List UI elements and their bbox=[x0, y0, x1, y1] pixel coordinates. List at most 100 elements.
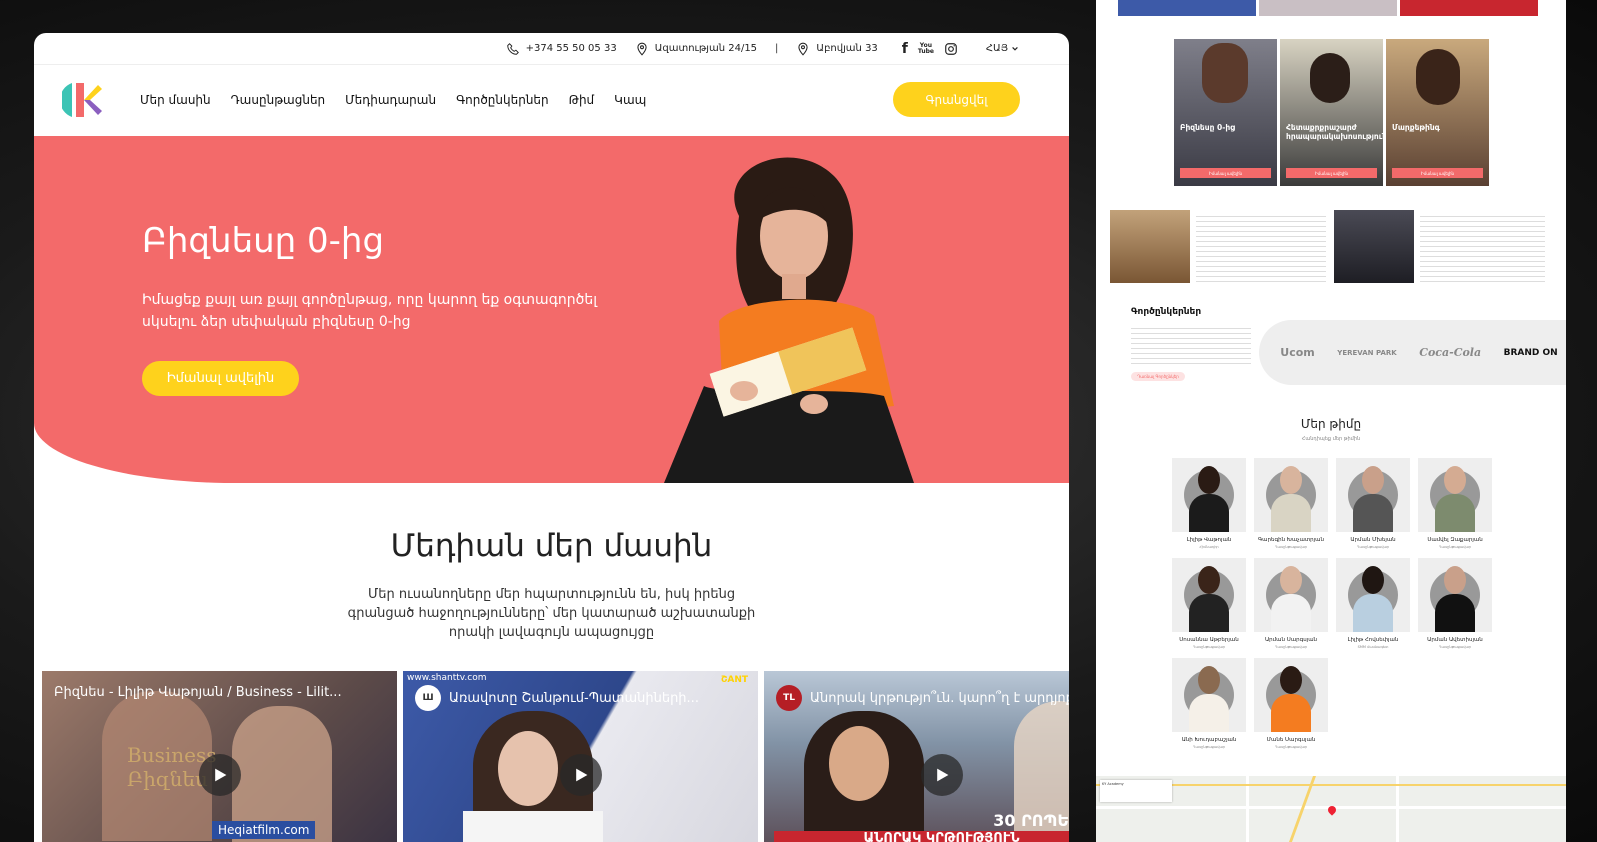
reviews-section bbox=[1110, 210, 1550, 285]
instagram-icon[interactable] bbox=[944, 42, 958, 56]
media-section-subtitle: Մեր ուսանողները մեր հպարտությունն են, իս… bbox=[347, 587, 756, 640]
course-card[interactable]: Հետաքրքրաշարժ հրապարակախոսություն Իմանալ… bbox=[1280, 39, 1383, 186]
youtube-icon-label: You Tube bbox=[917, 41, 934, 55]
channel-logo: Ш bbox=[415, 685, 441, 711]
partner-logo-coca-cola: Coca-Cola bbox=[1419, 346, 1482, 359]
play-button[interactable] bbox=[198, 754, 241, 796]
map-info-box: KY Academy bbox=[1100, 780, 1172, 802]
team-member-photo bbox=[1172, 458, 1246, 532]
location-pin-icon bbox=[637, 42, 647, 56]
team-member-role: Դասընթացավար bbox=[1274, 745, 1308, 749]
phone-number[interactable]: +374 55 50 05 33 bbox=[526, 43, 617, 54]
location-map[interactable]: KY Academy bbox=[1096, 776, 1566, 842]
team-member-name: Սոսաննա Աթբերյան bbox=[1179, 637, 1239, 643]
review-image bbox=[1334, 210, 1414, 283]
main-navbar: Մեր մասին Դասընթացներ Մեդիադարան Գործընկ… bbox=[34, 65, 1069, 135]
phone-contact[interactable]: +374 55 50 05 33 bbox=[506, 42, 617, 56]
team-member-photo bbox=[1254, 458, 1328, 532]
nav-item-about[interactable]: Մեր մասին bbox=[140, 93, 211, 107]
video-card[interactable]: 30 ՐՈՊԵ ԱՆՈՐԱԿ ԿՐԹՈՒԹՅՈՒՆ TL Անորակ կրթո… bbox=[764, 671, 1069, 842]
team-member-photo bbox=[1172, 558, 1246, 632]
team-member-role: Հիմնադիր bbox=[1199, 545, 1219, 549]
chevron-down-icon bbox=[1012, 46, 1018, 51]
team-member-role: Դասընթացավար bbox=[1438, 545, 1472, 549]
partners-title: Գործընկերներ bbox=[1131, 307, 1202, 317]
video-watermark: www.shanttv.com bbox=[407, 673, 487, 683]
course-button[interactable]: Իմանալ ավելին bbox=[1392, 168, 1483, 178]
course-button[interactable]: Իմանալ ավելին bbox=[1180, 168, 1271, 178]
video-card[interactable]: www.shanttv.com ՇANT Ш Առավոտը Շանթում-Պ… bbox=[403, 671, 758, 842]
team-member-name: Մանե Սարգսյան bbox=[1266, 737, 1316, 743]
team-member-role: Դասընթացավար bbox=[1274, 545, 1308, 549]
team-member-name: Գարեգին Խաչատրյան bbox=[1258, 537, 1324, 543]
become-partner-button[interactable]: Դառնալ Գործընկեր bbox=[1131, 372, 1185, 381]
team-title: Մեր թիմը bbox=[1300, 417, 1362, 431]
language-label: ՀԱՅ bbox=[985, 43, 1008, 54]
facebook-icon[interactable]: f bbox=[902, 41, 908, 57]
team-member-photo bbox=[1336, 558, 1410, 632]
team-member: Սամվել Զաքարյան Դասընթացավար bbox=[1418, 458, 1492, 549]
team-member-photo bbox=[1418, 558, 1492, 632]
nav-item-team[interactable]: Թիմ bbox=[569, 93, 595, 107]
team-member-photo bbox=[1254, 558, 1328, 632]
nav-item-contact[interactable]: Կապ bbox=[614, 93, 646, 107]
video-card[interactable]: Business Բիզնես Heqiatfilm.com Բիզնես - … bbox=[42, 671, 397, 842]
review-image bbox=[1110, 210, 1190, 283]
team-member-photo bbox=[1254, 658, 1328, 732]
partners-text-placeholder bbox=[1131, 324, 1251, 364]
video-title: Առավոտը Շանթում-Պատանիների... bbox=[449, 690, 699, 706]
team-member: Սոսաննա Աթբերյան Դասընթացավար bbox=[1172, 558, 1246, 649]
address-2-text: Աբովյան 33 bbox=[816, 43, 878, 54]
channel-badge: ՇANT bbox=[720, 675, 748, 685]
hero-subtitle: Իմացեք քայլ առ քայլ գործընթաց, որը կարող… bbox=[142, 292, 598, 330]
play-button[interactable] bbox=[559, 754, 602, 796]
team-member: Արման Մխեյան Դասընթացավար bbox=[1336, 458, 1410, 549]
team-member: Լիլիթ Վաթոյան Հիմնադիր bbox=[1172, 458, 1246, 549]
team-member-role: Դասընթացավար bbox=[1192, 645, 1226, 649]
video-carousel: Business Բիզնես Heqiatfilm.com Բիզնես - … bbox=[42, 671, 1069, 842]
learn-more-button[interactable]: Իմանալ ավելին bbox=[142, 361, 299, 396]
team-subtitle: Հանդիպեք մեր թիմին bbox=[1301, 436, 1361, 442]
address-1-text: Ազատության 24/15 bbox=[654, 43, 758, 54]
language-selector[interactable]: ՀԱՅ bbox=[986, 43, 1019, 54]
address-2[interactable]: Աբովյան 33 bbox=[796, 42, 878, 56]
video-banner-text: ԱՆՈՐԱԿ ԿՐԹՈՒԹՅՈՒՆ bbox=[774, 831, 1069, 842]
nav-item-courses[interactable]: Դասընթացներ bbox=[231, 93, 326, 107]
team-member-name: Անի Խուդաբաշյան bbox=[1181, 737, 1237, 743]
preview-image-strip bbox=[1118, 0, 1538, 16]
course-button[interactable]: Իմանալ ավելին bbox=[1286, 168, 1377, 178]
nav-item-media[interactable]: Մեդիադարան bbox=[345, 93, 436, 107]
play-icon bbox=[214, 768, 226, 782]
team-member-role: Դասընթացավար bbox=[1356, 545, 1390, 549]
review-card bbox=[1420, 212, 1545, 282]
top-contact-bar: +374 55 50 05 33 Ազատության 24/15 | Աբով… bbox=[34, 33, 1069, 65]
logo[interactable] bbox=[62, 77, 108, 123]
team-member-name: Լիլիթ Հովսեփյան bbox=[1347, 637, 1399, 643]
hero-section: Բիզնեսը 0-ից Իմացեք քայլ առ քայլ գործընթ… bbox=[34, 136, 1069, 483]
nav-menu: Մեր մասին Դասընթացներ Մեդիադարան Գործընկ… bbox=[140, 93, 646, 107]
play-icon bbox=[575, 768, 587, 782]
full-page-preview: Բիզնեսը 0-ից Իմանալ ավելին Հետաքրքրաշարժ… bbox=[1096, 0, 1566, 842]
team-member: Մանե Սարգսյան Դասընթացավար bbox=[1254, 658, 1328, 749]
video-overlay-text: 30 ՐՈՊԵ bbox=[993, 811, 1069, 830]
team-member: Գարեգին Խաչատրյան Դասընթացավար bbox=[1254, 458, 1328, 549]
course-card[interactable]: Բիզնեսը 0-ից Իմանալ ավելին bbox=[1174, 39, 1277, 186]
team-member-name: Արման Ավետիսյան bbox=[1427, 637, 1483, 643]
play-button[interactable] bbox=[920, 754, 963, 796]
youtube-icon[interactable]: You Tube bbox=[917, 41, 934, 55]
team-member: Անի Խուդաբաշյան Դասընթացավար bbox=[1172, 658, 1246, 749]
register-button[interactable]: Գրանցվել bbox=[893, 82, 1020, 117]
team-member-role: Դասընթացավար bbox=[1274, 645, 1308, 649]
review-card bbox=[1196, 212, 1326, 282]
hero-title: Բիզնեսը 0-ից bbox=[142, 221, 385, 261]
video-title: Անորակ կրթությո՞ւն. կարո՞ղ է արդյոք... bbox=[810, 690, 1069, 706]
hero-girl-reading-image bbox=[664, 157, 914, 483]
team-member-photo bbox=[1336, 458, 1410, 532]
address-1[interactable]: Ազատության 24/15 bbox=[635, 42, 757, 56]
course-title: Հետաքրքրաշարժ հրապարակախոսություն bbox=[1286, 123, 1383, 141]
partners-intro: Գործընկերներ Դառնալ Գործընկեր bbox=[1131, 307, 1251, 381]
course-cards: Բիզնեսը 0-ից Իմանալ ավելին Հետաքրքրաշարժ… bbox=[1174, 39, 1489, 186]
course-card[interactable]: Մարքեթինգ Իմանալ ավելին bbox=[1386, 39, 1489, 186]
nav-item-partners[interactable]: Գործընկերներ bbox=[456, 93, 549, 107]
team-member-name: Արման Սարգսյան bbox=[1264, 637, 1318, 643]
